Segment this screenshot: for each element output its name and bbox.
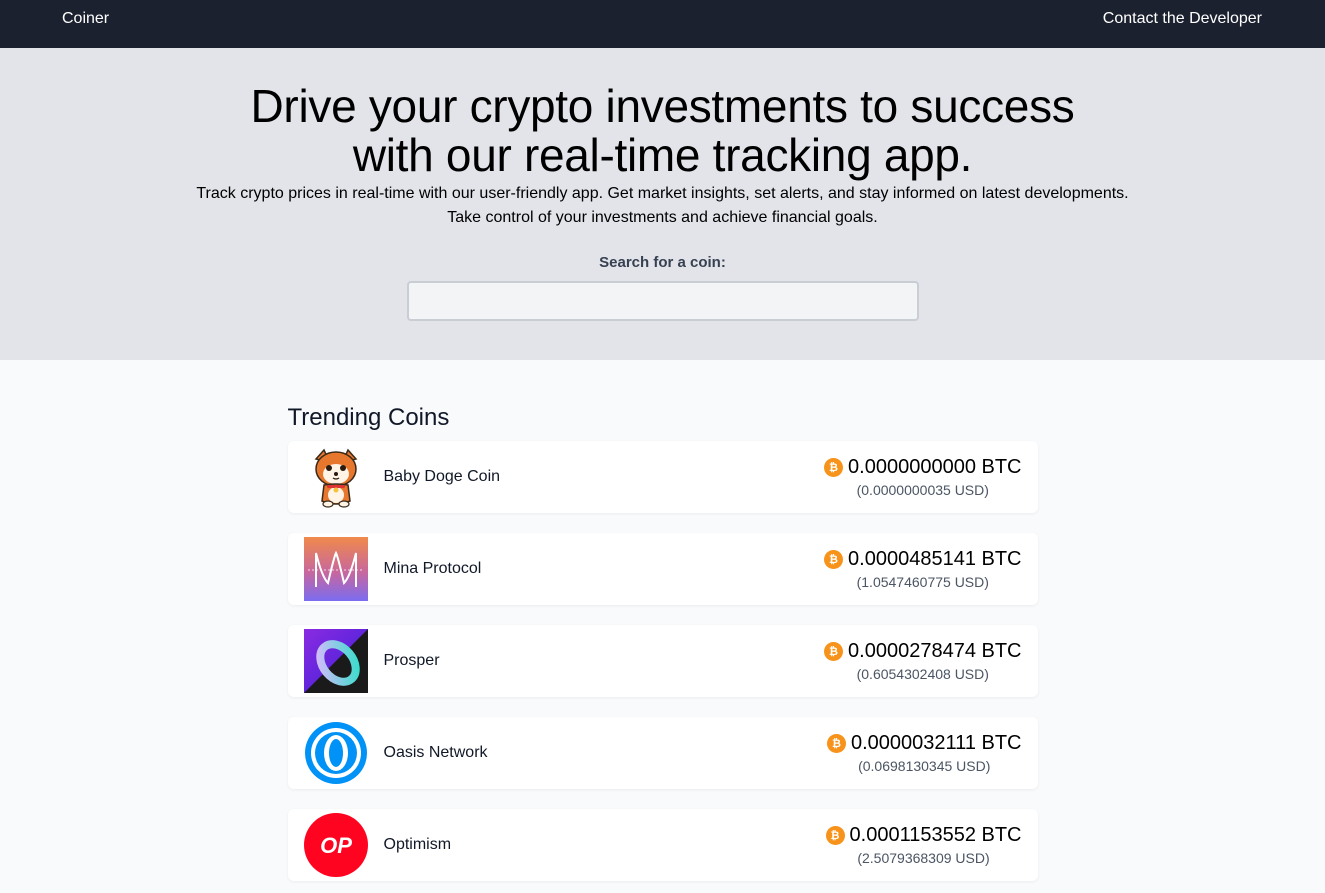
hero-title: Drive your crypto investments to success…: [0, 82, 1325, 180]
coin-price-btc: ₿ 0.0001153552 BTC: [825, 824, 1022, 847]
coin-search-input[interactable]: [406, 281, 919, 321]
oasis-network-logo: [304, 721, 368, 785]
prosper-logo: [303, 629, 368, 693]
coin-btc-value: 0.0000000000 BTC: [848, 456, 1022, 478]
coin-usd-value: (0.0000000035 USD): [856, 482, 989, 498]
trending-title: Trending Coins: [287, 404, 450, 431]
optimism-logo: OP: [303, 813, 368, 877]
coin-btc-value: 0.0000485141 BTC: [848, 548, 1022, 570]
optimism-logo-text: OP: [320, 833, 352, 858]
coin-price: ₿ 0.0000278474 BTC (0.6054302408 USD): [824, 640, 1022, 682]
coin-card-prosper[interactable]: Prosper ₿ 0.0000278474 BTC (0.6054302408…: [287, 625, 1038, 697]
trending-coins-section: Trending Coins Baby Doge Coin ₿ 0.000000…: [287, 360, 1038, 881]
coin-price-btc: ₿ 0.0000032111 BTC: [827, 732, 1022, 755]
bitcoin-icon: ₿: [827, 734, 846, 753]
hero-subtitle: Track crypto prices in real-time with ou…: [0, 182, 1325, 230]
trending-coin-list: Baby Doge Coin ₿ 0.0000000000 BTC (0.000…: [287, 441, 1038, 881]
contact-developer-link[interactable]: Contact the Developer: [1103, 10, 1262, 28]
coin-card-oasis-network[interactable]: Oasis Network ₿ 0.0000032111 BTC (0.0698…: [287, 717, 1038, 789]
bitcoin-icon: ₿: [824, 550, 844, 569]
coin-price-btc: ₿ 0.0000000000 BTC: [824, 456, 1022, 479]
bitcoin-icon: ₿: [825, 826, 845, 845]
coin-name: Baby Doge Coin: [383, 468, 501, 485]
coin-name: Optimism: [383, 836, 452, 853]
coin-price: ₿ 0.0000000000 BTC (0.0000000035 USD): [824, 456, 1022, 498]
coin-usd-value: (1.0547460775 USD): [856, 574, 989, 590]
coin-name: Prosper: [383, 652, 440, 669]
coin-usd-value: (0.6054302408 USD): [856, 666, 989, 682]
hero-title-line-1: Drive your crypto investments to success: [250, 80, 1075, 132]
coin-name: Mina Protocol: [383, 560, 482, 577]
coin-price: ₿ 0.0000032111 BTC (0.0698130345 USD): [827, 732, 1022, 774]
coin-name: Oasis Network: [383, 744, 488, 761]
coin-card-optimism[interactable]: OP Optimism ₿ 0.0001153552 BTC (2.507936…: [287, 809, 1038, 881]
hero-title-line-2: with our real-time tracking app.: [352, 129, 973, 181]
coin-card-mina-protocol[interactable]: Mina Protocol ₿ 0.0000485141 BTC (1.0547…: [287, 533, 1038, 605]
coin-usd-value: (0.0698130345 USD): [858, 758, 991, 774]
baby-doge-coin-logo: [304, 445, 368, 509]
coin-price: ₿ 0.0000485141 BTC (1.0547460775 USD): [824, 548, 1022, 590]
top-navbar: Coiner Contact the Developer: [0, 0, 1325, 48]
bitcoin-icon: ₿: [824, 458, 844, 477]
coin-usd-value: (2.5079368309 USD): [857, 850, 990, 866]
coin-card-baby-doge-coin[interactable]: Baby Doge Coin ₿ 0.0000000000 BTC (0.000…: [287, 441, 1038, 513]
coin-btc-value: 0.0000278474 BTC: [848, 640, 1022, 662]
mina-protocol-logo: [303, 537, 368, 601]
hero-section: Drive your crypto investments to success…: [0, 48, 1325, 360]
coin-btc-value: 0.0001153552 BTC: [849, 824, 1022, 846]
search-label: Search for a coin:: [599, 254, 726, 271]
hero-subtitle-line-2: Take control of your investments and ach…: [447, 209, 878, 226]
coin-btc-value: 0.0000032111 BTC: [851, 732, 1022, 754]
bitcoin-icon: ₿: [824, 642, 844, 661]
coin-price: ₿ 0.0001153552 BTC (2.5079368309 USD): [825, 824, 1022, 866]
coin-price-btc: ₿ 0.0000485141 BTC: [824, 548, 1022, 571]
hero-subtitle-line-1: Track crypto prices in real-time with ou…: [196, 185, 1129, 202]
brand-link[interactable]: Coiner: [62, 10, 109, 28]
coin-price-btc: ₿ 0.0000278474 BTC: [824, 640, 1022, 663]
